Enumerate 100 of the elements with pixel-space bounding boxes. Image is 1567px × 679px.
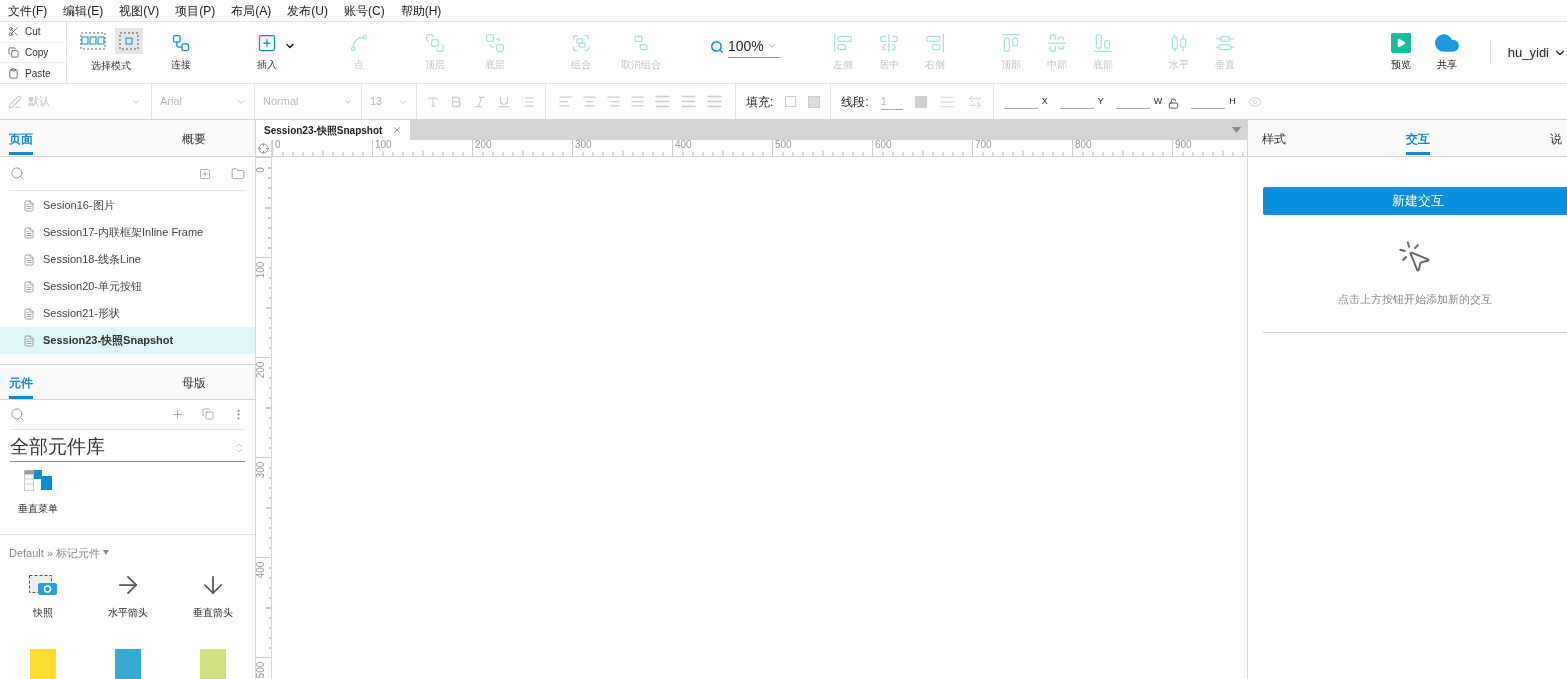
vertical-menu-icon	[24, 469, 52, 491]
widget-item[interactable]: 水平箭头	[85, 575, 170, 627]
widget-item[interactable]: 垂直菜单	[12, 469, 64, 516]
widget-item[interactable]: 快照	[0, 575, 85, 627]
library-dropdown[interactable]: 全部元件库	[10, 434, 245, 462]
coordinate-label: W	[1153, 95, 1163, 108]
stacked-windows-icon[interactable]	[202, 408, 214, 421]
fill-color-swatch[interactable]	[785, 96, 797, 107]
empty-hint: 点击上方按钮开始添加新的交互	[1338, 292, 1492, 307]
selection-mode-button[interactable]	[115, 27, 143, 54]
font-color-icon	[427, 95, 439, 108]
menu-item[interactable]: 发布(U)	[287, 1, 328, 20]
menu-item[interactable]: 项目(P)	[175, 1, 216, 20]
align-right-icon	[606, 94, 621, 109]
caret-icon	[1232, 127, 1241, 133]
page-icon	[23, 199, 35, 212]
align-left-icon	[558, 94, 573, 109]
coordinate-label: X	[1041, 95, 1048, 108]
action-button[interactable]: 预览	[1379, 33, 1422, 72]
bold-icon	[449, 94, 463, 109]
panel-tab[interactable]: 母版	[132, 365, 255, 399]
shadow-swatch[interactable]	[808, 95, 821, 108]
page-icon	[23, 253, 35, 266]
search-icon	[710, 39, 724, 54]
search-icon	[10, 166, 25, 181]
bring-front-icon	[425, 33, 445, 53]
action-button[interactable]: 共享	[1425, 33, 1468, 72]
underline-icon	[497, 94, 511, 109]
clipboard-button[interactable]: Paste	[0, 63, 66, 83]
italic-icon	[473, 94, 487, 109]
copy-icon	[8, 47, 19, 58]
line-color-swatch[interactable]	[914, 95, 927, 108]
page-item[interactable]: Session21-形状	[0, 300, 255, 327]
plus-square-icon	[257, 33, 277, 53]
page-item[interactable]: Session18-线条Line	[0, 246, 255, 273]
menu-item[interactable]: 编辑(E)	[63, 1, 104, 20]
zoom-dropdown[interactable]: 100%	[728, 35, 780, 58]
page-item[interactable]: Session23-快照Snapshot	[0, 327, 255, 354]
scissors-icon	[8, 26, 19, 38]
document-tab[interactable]: Session23-快照Snapshot	[256, 120, 411, 140]
panel-tab[interactable]: 说	[1550, 120, 1562, 156]
page-item[interactable]: Sesion16-图片	[0, 192, 255, 219]
dashed-box-icon	[119, 31, 139, 50]
library-breadcrumb: Default » 标记元件	[9, 545, 101, 561]
lock-icon	[1168, 97, 1180, 109]
send-back-icon	[485, 33, 505, 53]
new-interaction-button[interactable]: 新建交互	[1263, 187, 1567, 215]
panel-tab[interactable]: 交互	[1406, 120, 1430, 156]
eye-icon	[1247, 94, 1262, 109]
toolbar-button[interactable]: 插入	[244, 27, 290, 78]
align-icon	[1092, 33, 1113, 53]
clipboard-button[interactable]: Cut	[0, 22, 66, 43]
menu-item[interactable]: 视图(V)	[119, 1, 160, 20]
dashed-boxes-icon	[80, 31, 106, 50]
play-icon	[1390, 33, 1411, 53]
panel-tab[interactable]: 概要	[132, 120, 255, 156]
caret-icon	[103, 550, 110, 556]
camera-snapshot-icon	[28, 575, 57, 595]
panel-tab[interactable]: 样式	[1262, 120, 1286, 156]
valign-icon	[706, 93, 723, 110]
group-icon	[571, 33, 591, 53]
page-icon	[23, 307, 35, 320]
widget-item[interactable]: 垂直箭头	[170, 575, 255, 627]
valign-icon	[654, 93, 671, 110]
align-icon	[1000, 33, 1021, 53]
toolbar-button[interactable]: 连接	[158, 27, 204, 78]
valign-icon	[680, 93, 697, 110]
add-icon[interactable]	[171, 407, 184, 421]
align-icon	[832, 33, 853, 53]
menu-item[interactable]: 帮助(H)	[400, 1, 442, 20]
sticky-note-icon[interactable]	[114, 649, 141, 679]
sticky-note-icon[interactable]	[199, 649, 226, 679]
coordinate-label: H	[1229, 95, 1236, 108]
user-menu[interactable]: hu_yidi	[1507, 42, 1567, 63]
line-label: 线段:	[841, 93, 869, 111]
connector-icon	[171, 33, 191, 53]
search-icon	[10, 406, 25, 422]
align-icon	[878, 33, 899, 53]
coordinate-label: Y	[1097, 95, 1104, 108]
add-page-icon[interactable]	[199, 167, 211, 180]
list-icon	[521, 94, 535, 109]
close-icon[interactable]	[392, 125, 403, 135]
up-down-icon	[233, 441, 245, 454]
crosshair-icon	[258, 142, 269, 154]
folder-icon[interactable]	[231, 166, 245, 181]
pen-icon	[8, 94, 22, 109]
page-item[interactable]: Session20-单元按钮	[0, 273, 255, 300]
page-item[interactable]: Session17-内联框架Inline Frame	[0, 219, 255, 246]
menu-item[interactable]: 布局(A)	[231, 1, 272, 20]
clipboard-button[interactable]: Copy	[0, 42, 66, 64]
align-center-icon	[582, 94, 597, 109]
menu-item[interactable]: 文件(F)	[8, 1, 48, 20]
panel-tab[interactable]: 元件	[0, 365, 132, 399]
align-icon	[1046, 33, 1067, 53]
menu-item[interactable]: 账号(C)	[344, 1, 385, 20]
clipboard-icon	[8, 67, 19, 79]
align-icon	[924, 33, 945, 53]
sticky-note-icon[interactable]	[29, 649, 56, 679]
align-icon	[1214, 33, 1235, 53]
panel-tab[interactable]: 页面	[0, 120, 132, 156]
